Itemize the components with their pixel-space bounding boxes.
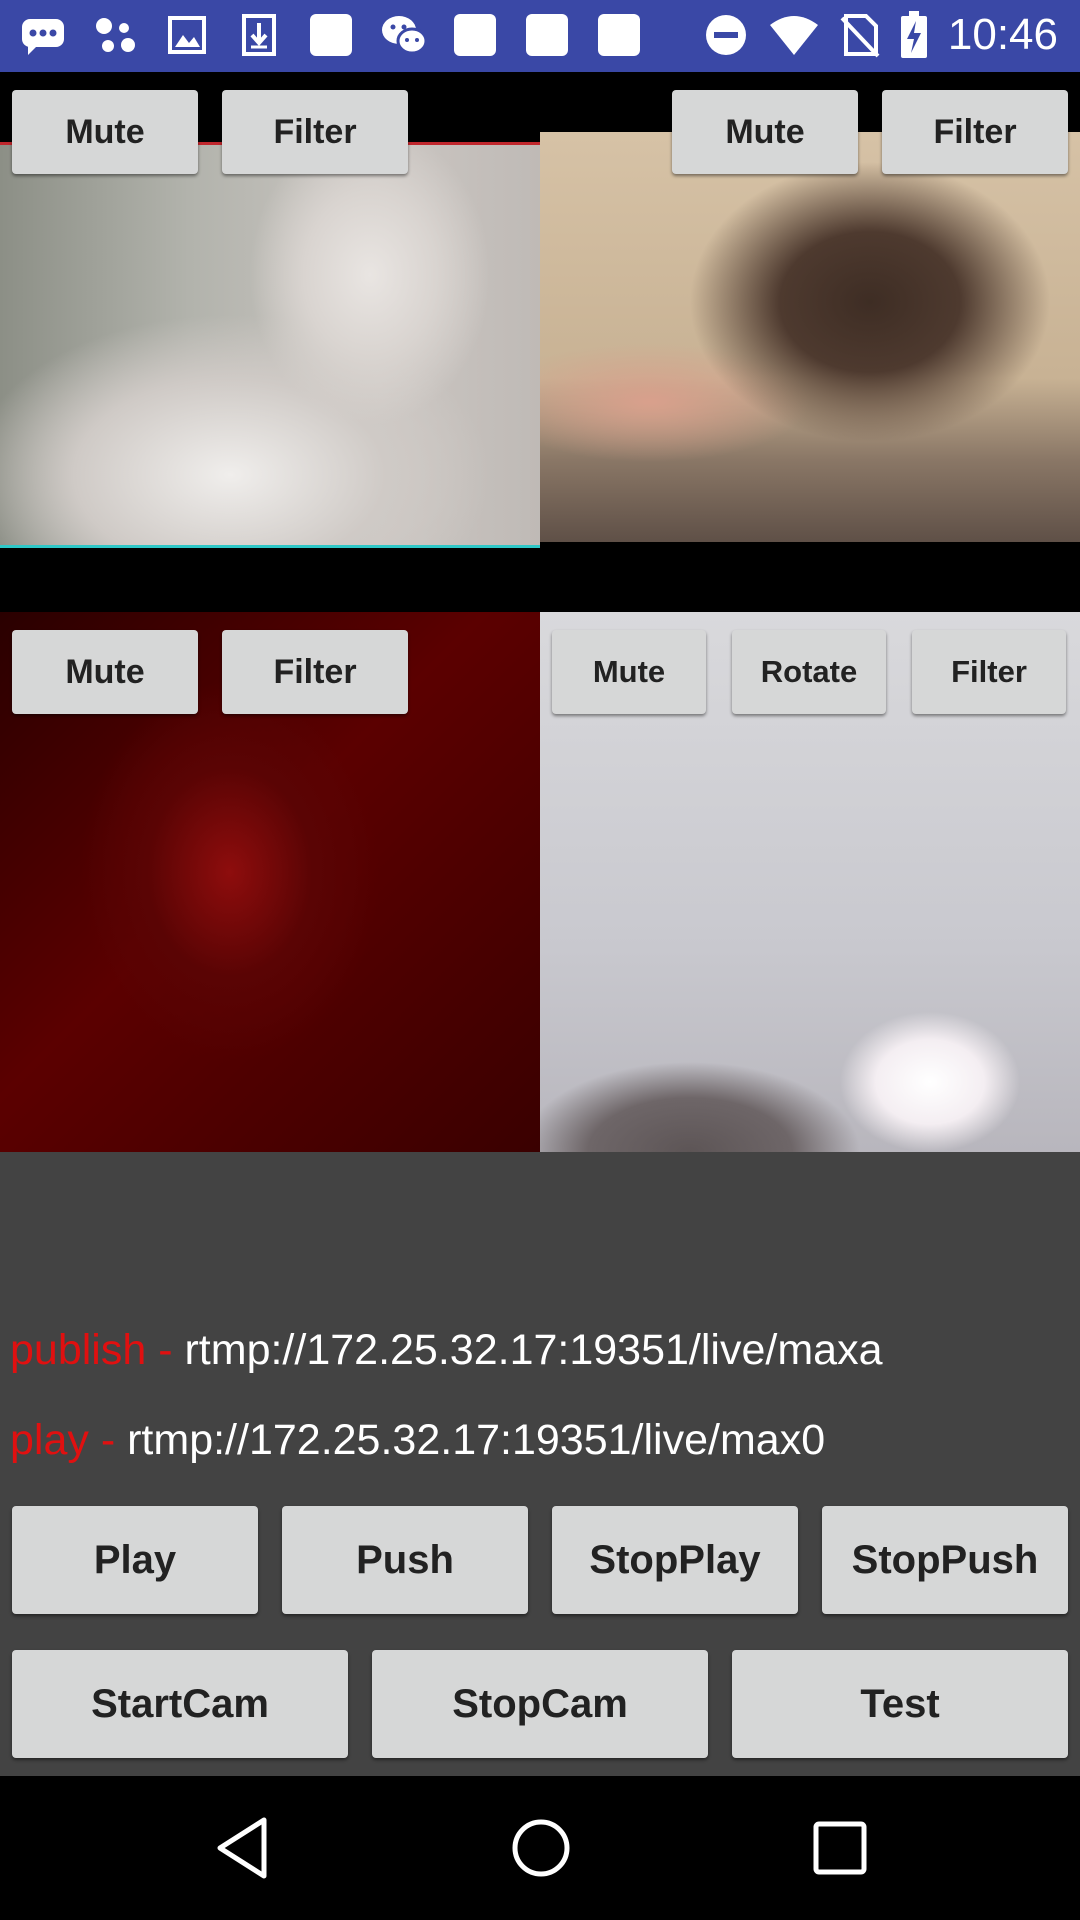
stop-push-button[interactable]: StopPush: [822, 1506, 1068, 1614]
wechat-icon: [380, 12, 426, 58]
player-view-4[interactable]: Mute Rotate Filter: [540, 612, 1080, 1152]
do-not-disturb-icon: [705, 15, 746, 55]
blank-notification-icon: [596, 12, 642, 58]
test-button[interactable]: Test: [732, 1650, 1068, 1758]
blank-notification-icon: [452, 12, 498, 58]
filter-button[interactable]: Filter: [882, 90, 1068, 174]
mute-button[interactable]: Mute: [12, 90, 198, 174]
blank-notification-icon: [308, 12, 354, 58]
video-frame: [0, 142, 540, 548]
publish-url: rtmp://172.25.32.17:19351/live/maxa: [184, 1326, 883, 1374]
filter-button[interactable]: Filter: [222, 630, 408, 714]
recents-icon[interactable]: [812, 1816, 868, 1880]
navigation-bar: [0, 1776, 1080, 1920]
publish-label: publish -: [10, 1326, 185, 1374]
publish-url-row: publish - rtmp://172.25.32.17:19351/live…: [10, 1326, 882, 1375]
no-sim-icon: [840, 14, 880, 58]
stop-play-button[interactable]: StopPlay: [552, 1506, 798, 1614]
video-frame: [540, 132, 1080, 542]
mute-button[interactable]: Mute: [552, 630, 706, 714]
play-url-row: play - rtmp://172.25.32.17:19351/live/ma…: [10, 1416, 825, 1465]
mute-button[interactable]: Mute: [672, 90, 858, 174]
blank-notification-icon: [524, 12, 570, 58]
filter-button[interactable]: Filter: [222, 90, 408, 174]
rotate-button[interactable]: Rotate: [732, 630, 886, 714]
battery-charging-icon: [900, 11, 927, 58]
google-assistant-icon: [92, 12, 138, 58]
start-cam-button[interactable]: StartCam: [12, 1650, 348, 1758]
play-label: play -: [10, 1416, 128, 1464]
status-bar: 10:46: [0, 0, 1080, 72]
message-notification-icon: [20, 12, 66, 58]
mute-button[interactable]: Mute: [12, 630, 198, 714]
clock: 10:46: [947, 10, 1058, 59]
player-view-1[interactable]: Mute Filter: [0, 72, 540, 612]
player-view-2[interactable]: Mute Filter: [540, 72, 1080, 612]
filter-button[interactable]: Filter: [912, 630, 1066, 714]
download-icon: [236, 12, 282, 58]
gallery-icon: [164, 12, 210, 58]
back-icon[interactable]: [214, 1816, 270, 1880]
push-button[interactable]: Push: [282, 1506, 528, 1614]
video-grid: Mute Filter Mute Filter Mute Filter Mute…: [0, 72, 1080, 1152]
stop-cam-button[interactable]: StopCam: [372, 1650, 708, 1758]
play-url: rtmp://172.25.32.17:19351/live/max0: [127, 1416, 826, 1464]
wifi-icon: [769, 16, 818, 55]
home-icon[interactable]: [510, 1816, 572, 1880]
play-button[interactable]: Play: [12, 1506, 258, 1614]
player-view-3[interactable]: Mute Filter: [0, 612, 540, 1152]
